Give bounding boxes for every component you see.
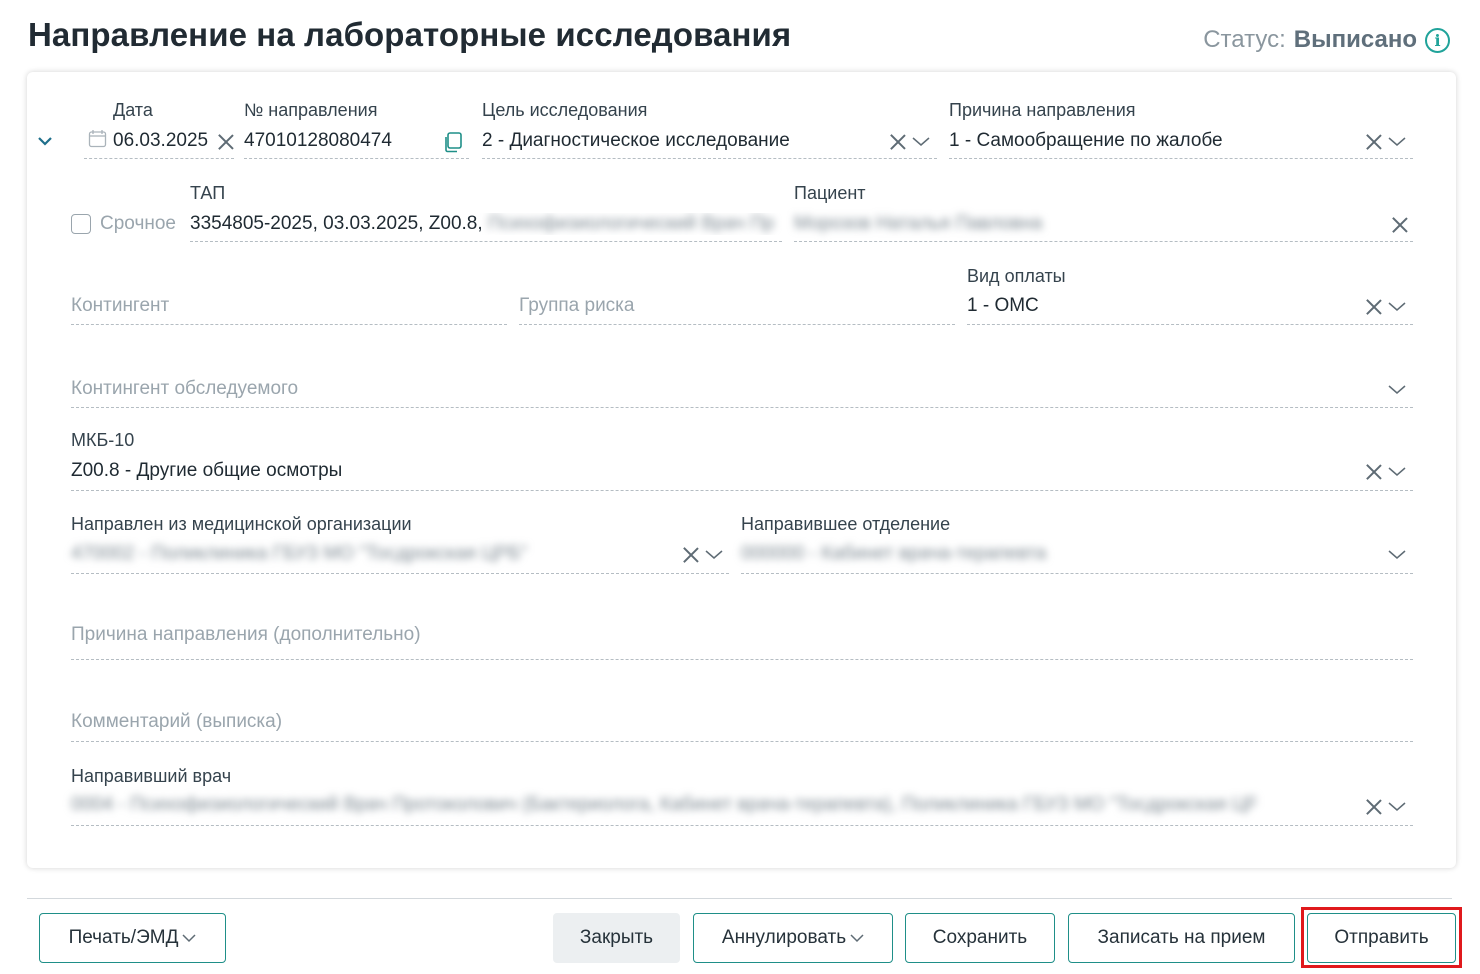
- save-button[interactable]: Сохранить: [905, 913, 1055, 963]
- mkb-chevron-down-icon[interactable]: [1388, 466, 1406, 478]
- patient-clear-icon[interactable]: [1392, 217, 1408, 233]
- reason-label: Причина направления: [949, 100, 1136, 120]
- tap-value-visible: 3354805-2025, 03.03.2025, Z00.8,: [190, 213, 483, 234]
- patient-field[interactable]: Пациент Морозов Наталья Павловна: [794, 183, 1413, 245]
- examinee-contingent-field[interactable]: Контингент обследуемого: [71, 349, 1413, 411]
- doctor-clear-icon[interactable]: [1366, 799, 1382, 815]
- tap-value-hidden: Психофизиологический Врач Пр: [487, 213, 775, 234]
- appointment-button[interactable]: Записать на прием: [1068, 913, 1295, 963]
- chevron-down-icon[interactable]: [36, 132, 54, 150]
- payment-field[interactable]: Вид оплаты 1 - ОМС: [967, 266, 1413, 328]
- calendar-icon[interactable]: [88, 129, 107, 148]
- from-dept-chevron-down-icon[interactable]: [1388, 549, 1406, 561]
- doctor-chevron-down-icon[interactable]: [1388, 801, 1406, 813]
- print-emd-label: Печать/ЭМД: [68, 927, 179, 948]
- reason-clear-icon[interactable]: [1366, 134, 1382, 150]
- payment-value[interactable]: 1 - ОМС: [967, 295, 1039, 317]
- purpose-chevron-down-icon[interactable]: [912, 136, 930, 148]
- mkb-field[interactable]: МКБ-10 Z00.8 - Другие общие осмотры: [71, 430, 1413, 492]
- annul-label: Аннулировать: [721, 927, 847, 948]
- purpose-field[interactable]: Цель исследования 2 - Диагностическое ис…: [482, 100, 937, 162]
- reason-extra-field[interactable]: Причина направления (дополнительно): [71, 597, 1413, 661]
- info-circle-icon[interactable]: i: [1425, 27, 1450, 53]
- status: Статус: Выписано i: [1203, 26, 1450, 54]
- date-label: Дата: [113, 100, 153, 120]
- purpose-value[interactable]: 2 - Диагностическое исследование: [482, 130, 790, 152]
- send-button-highlight: [1301, 907, 1462, 968]
- contingent-field[interactable]: Контингент: [71, 266, 507, 328]
- reason-extra-placeholder: Причина направления (дополнительно): [71, 624, 421, 645]
- close-button[interactable]: Закрыть: [553, 913, 680, 963]
- payment-label: Вид оплаты: [967, 266, 1066, 286]
- contingent-placeholder: Контингент: [71, 295, 170, 316]
- date-value[interactable]: 06.03.2025: [113, 130, 208, 152]
- copy-icon[interactable]: [442, 131, 464, 153]
- tap-label: ТАП: [190, 183, 226, 203]
- reason-value[interactable]: 1 - Самообращение по жалобе: [949, 130, 1223, 152]
- print-emd-button[interactable]: Печать/ЭМД: [39, 913, 226, 963]
- purpose-clear-icon[interactable]: [890, 134, 906, 150]
- from-org-value[interactable]: 470002 - Поликлиника ГБУЗ МО "Тосдрокска…: [71, 543, 661, 565]
- examinee-contingent-chevron-down-icon[interactable]: [1388, 384, 1406, 396]
- payment-clear-icon[interactable]: [1366, 299, 1382, 315]
- from-dept-value[interactable]: 000000 - Кабинет врача-терапевта: [741, 543, 1046, 565]
- mkb-label: МКБ-10: [71, 430, 135, 450]
- reason-field[interactable]: Причина направления 1 - Самообращение по…: [949, 100, 1413, 162]
- tap-value[interactable]: 3354805-2025, 03.03.2025, Z00.8, Психофи…: [190, 213, 782, 235]
- page-title: Направление на лабораторные исследования: [28, 16, 792, 53]
- payment-chevron-down-icon[interactable]: [1388, 301, 1406, 313]
- mkb-clear-icon[interactable]: [1366, 464, 1382, 480]
- doctor-label: Направивший врач: [71, 766, 232, 786]
- from-dept-label: Направившее отделение: [741, 514, 951, 534]
- from-dept-field[interactable]: Направившее отделение 000000 - Кабинет в…: [741, 514, 1413, 576]
- status-label: Статус:: [1203, 26, 1286, 53]
- urgent-label[interactable]: Срочное: [100, 213, 176, 235]
- footer-divider: [27, 898, 1452, 899]
- tap-field[interactable]: ТАП 3354805-2025, 03.03.2025, Z00.8, Пси…: [190, 183, 782, 245]
- doctor-field[interactable]: Направивший врач 0004 - Психофизиологиче…: [71, 766, 1413, 828]
- reason-chevron-down-icon[interactable]: [1388, 136, 1406, 148]
- mkb-value[interactable]: Z00.8 - Другие общие осмотры: [71, 460, 342, 482]
- risk-group-field[interactable]: Группа риска: [519, 266, 955, 328]
- risk-group-placeholder: Группа риска: [519, 295, 635, 316]
- examinee-contingent-placeholder: Контингент обследуемого: [71, 378, 299, 399]
- urgent-checkbox[interactable]: [71, 214, 91, 234]
- chevron-down-icon: [182, 934, 196, 943]
- comment-placeholder: Комментарий (выписка): [71, 711, 283, 732]
- referral-number-value[interactable]: 47010128080474: [244, 130, 392, 152]
- purpose-label: Цель исследования: [482, 100, 648, 120]
- referral-number-label: № направления: [244, 100, 378, 120]
- patient-value[interactable]: Морозов Наталья Павловна: [794, 213, 1042, 235]
- comment-field[interactable]: Комментарий (выписка): [71, 684, 1413, 744]
- annul-button[interactable]: Аннулировать: [693, 913, 893, 963]
- doctor-value[interactable]: 0004 - Психофизиологический Врач Протоко…: [71, 794, 1256, 816]
- from-org-field[interactable]: Направлен из медицинской организации 470…: [71, 514, 729, 576]
- from-org-clear-icon[interactable]: [683, 547, 699, 563]
- from-org-label: Направлен из медицинской организации: [71, 514, 412, 534]
- date-clear-icon[interactable]: [218, 134, 234, 150]
- status-value: Выписано: [1293, 26, 1417, 53]
- chevron-down-icon: [850, 934, 864, 943]
- from-org-chevron-down-icon[interactable]: [705, 549, 723, 561]
- referral-number-field[interactable]: № направления 47010128080474: [244, 100, 469, 162]
- patient-label: Пациент: [794, 183, 866, 203]
